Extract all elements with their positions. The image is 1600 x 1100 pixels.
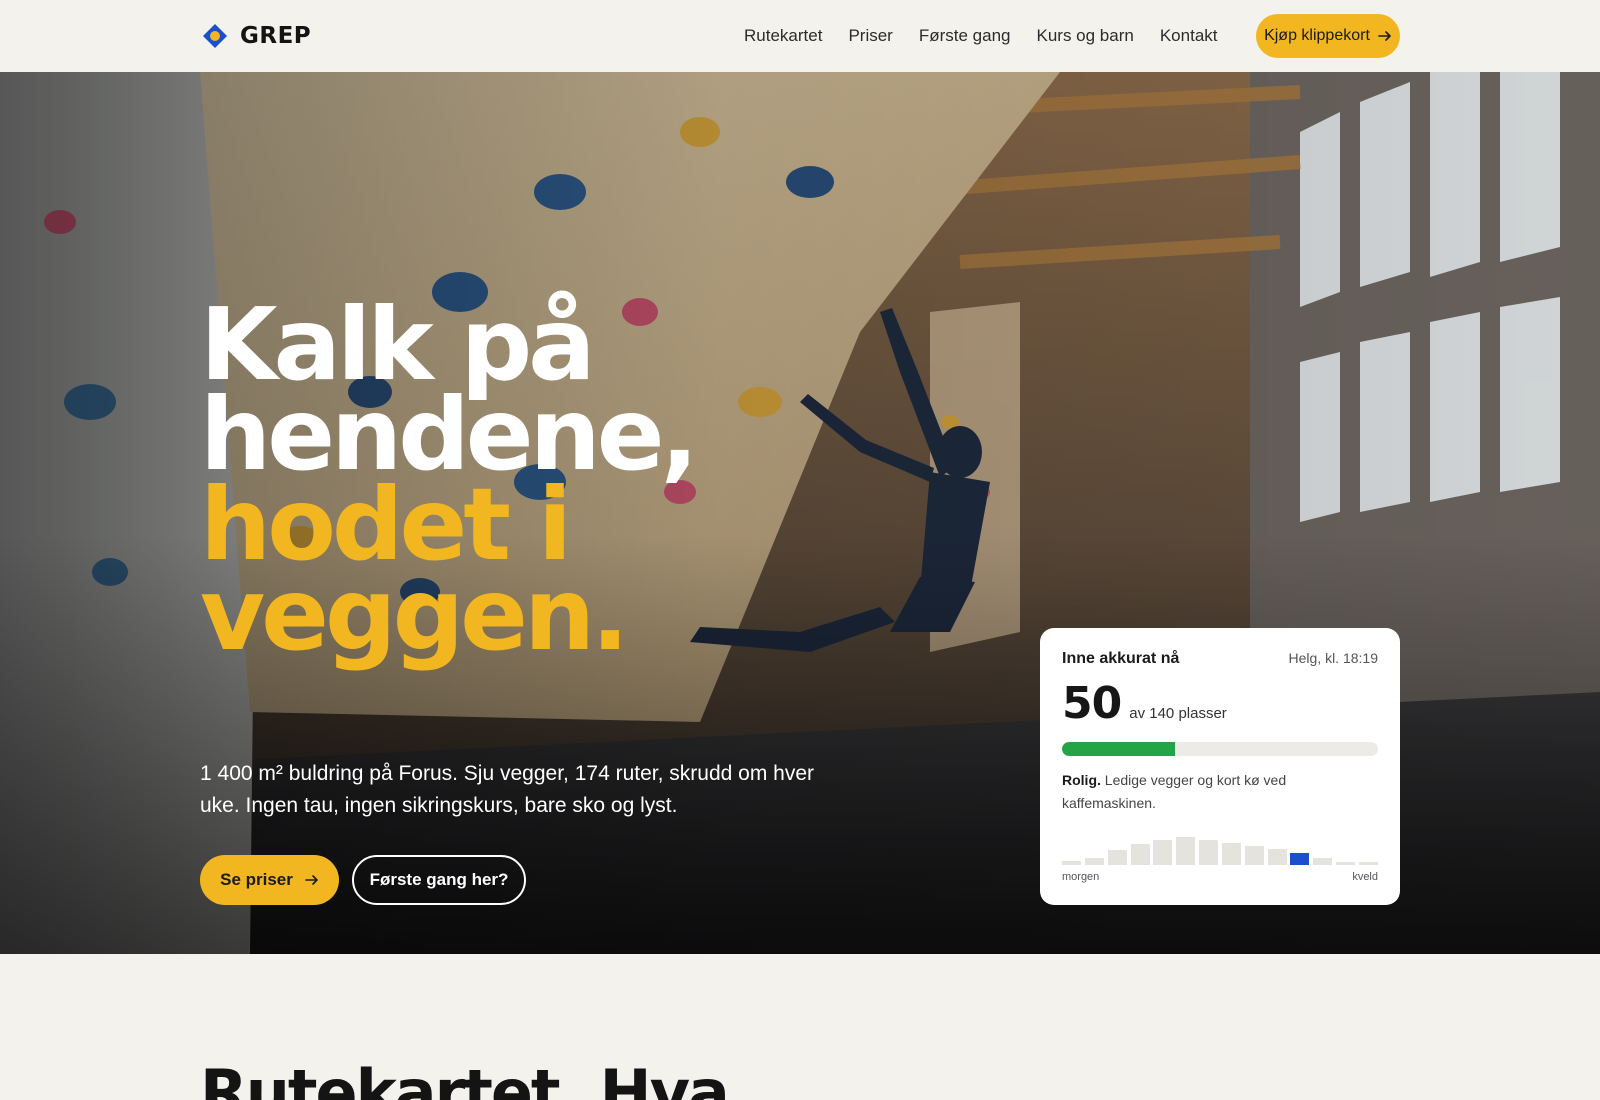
bar-label-start: morgen [1062, 871, 1100, 883]
occupancy-title: Inne akkurat nå [1062, 650, 1180, 667]
site-header: GREP Rutekartet Priser Første gang Kurs … [0, 0, 1600, 72]
hourly-bar-current [1290, 853, 1310, 865]
occupancy-meter [1062, 742, 1378, 756]
section-title-route-map: Rutekartet. Hva [200, 1056, 730, 1100]
hourly-bar [1176, 837, 1196, 865]
hourly-bar [1244, 845, 1264, 865]
arrow-right-icon [1378, 31, 1391, 41]
headline-line-4: veggen. [200, 556, 629, 673]
occupancy-count: 50 [1062, 678, 1122, 729]
nav-item-kontakt[interactable]: Kontakt [1160, 26, 1218, 46]
hourly-bar [1267, 848, 1287, 865]
nav-item-kurs-og-barn[interactable]: Kurs og barn [1037, 26, 1134, 46]
occupancy-capacity: av 140 plasser [1129, 705, 1227, 722]
brand-name: GREP [240, 23, 312, 49]
occupancy-status-strong: Rolig. [1062, 772, 1101, 788]
hourly-bar [1084, 858, 1104, 865]
hourly-bar [1153, 839, 1173, 865]
nav-item-rutekartet[interactable]: Rutekartet [744, 26, 822, 46]
occupancy-time: Helg, kl. 18:19 [1288, 650, 1379, 666]
brand-logo[interactable]: GREP [202, 22, 311, 50]
hourly-bar [1199, 839, 1219, 865]
hourly-bar [1313, 858, 1333, 865]
occupancy-meter-fill [1062, 742, 1175, 756]
hourly-bar [1062, 861, 1081, 865]
bar-label-end: kveld [1352, 871, 1378, 883]
diamond-logo-icon [203, 24, 227, 48]
hourly-bar-labels: morgen kveld [1062, 871, 1378, 883]
occupancy-status: Rolig. Ledige vegger og kort kø ved kaff… [1062, 769, 1378, 815]
first-time-label: Første gang her? [369, 870, 509, 889]
hourly-bar [1336, 862, 1356, 865]
see-prices-label: Se priser [220, 870, 293, 889]
hourly-bar [1359, 862, 1378, 865]
buy-punch-card-label: Kjøp klippekort [1264, 27, 1370, 44]
nav-item-forste-gang[interactable]: Første gang [919, 26, 1011, 46]
hourly-bar [1221, 843, 1241, 865]
hourly-bar [1130, 844, 1150, 865]
occupancy-card: Inne akkurat nå Helg, kl. 18:19 50 av 14… [1040, 628, 1400, 905]
first-time-button[interactable]: Første gang her? [352, 855, 526, 905]
nav-item-priser[interactable]: Priser [848, 26, 892, 46]
main-nav: Rutekartet Priser Første gang Kurs og ba… [744, 0, 1218, 72]
see-prices-button[interactable]: Se priser [200, 855, 339, 905]
hourly-occupancy-bars [1062, 833, 1378, 865]
hourly-bar [1107, 850, 1127, 865]
hero-headline: Kalk på hendene, hodet i veggen. [200, 295, 699, 673]
buy-punch-card-button[interactable]: Kjøp klippekort [1256, 14, 1400, 58]
arrow-right-icon [305, 875, 318, 885]
hero-lead: 1 400 m² buldring på Forus. Sju vegger, … [200, 762, 814, 817]
